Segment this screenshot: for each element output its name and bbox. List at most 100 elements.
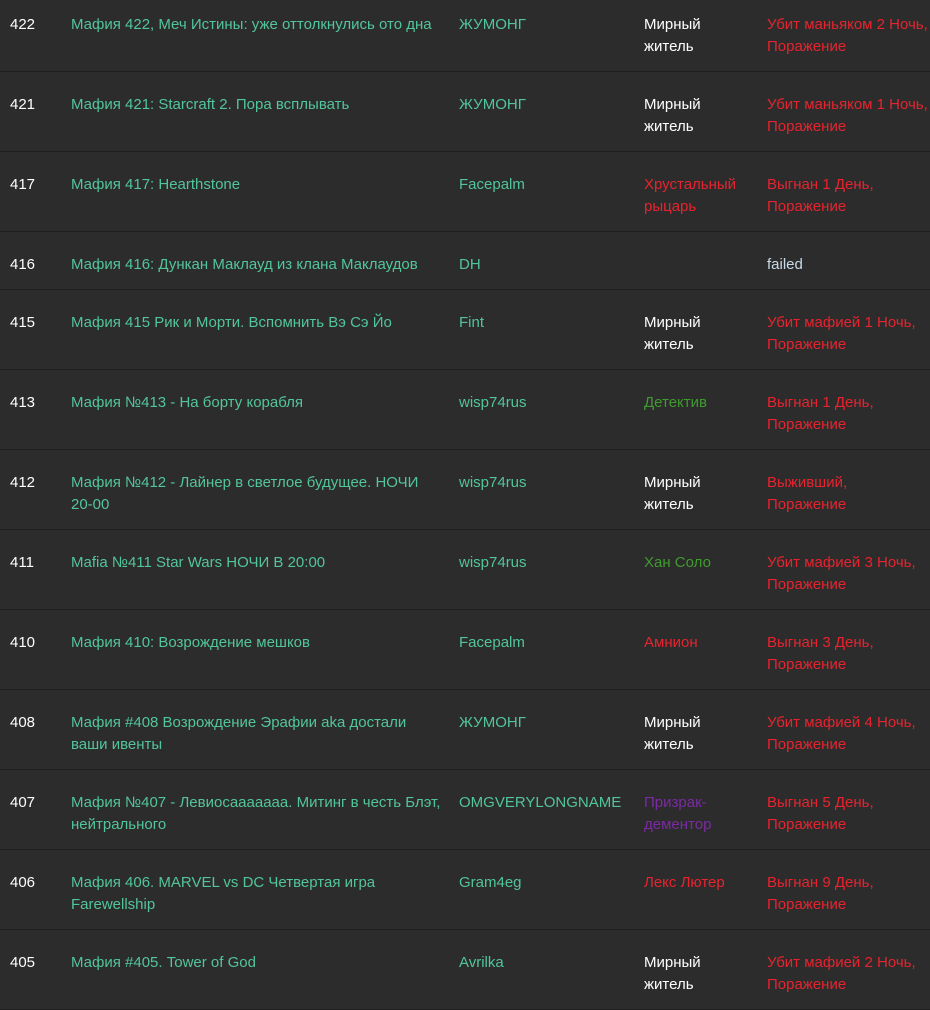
game-row: 422 Мафия 422, Меч Истины: уже оттолкнул…	[0, 0, 930, 72]
game-title-cell: Мафия №413 - На борту корабля	[61, 369, 449, 450]
role-label: Мирный житель	[644, 96, 701, 135]
role-label: Мирный житель	[644, 954, 701, 993]
game-role: Детектив	[634, 369, 758, 450]
game-result: Убит мафией 3 Ночь, Поражение	[758, 529, 930, 610]
game-host-link[interactable]: ЖУМОНГ	[459, 714, 526, 731]
game-title-cell: Мафия 416: Дункан Маклауд из клана Макла…	[61, 231, 449, 290]
game-host-link[interactable]: OMGVERYLONGNAME	[459, 794, 621, 811]
game-title-cell: Мафия #405. Tower of God	[61, 929, 449, 1010]
game-role	[634, 231, 758, 290]
result-label: Убит мафией 2 Ночь, Поражение	[767, 954, 916, 993]
game-title-cell: Мафия №412 - Лайнер в светлое будущее. Н…	[61, 449, 449, 530]
game-result: Выгнан 3 День, Поражение	[758, 609, 930, 690]
game-number: 412	[0, 449, 61, 530]
role-label: Хан Соло	[644, 554, 711, 571]
game-host-cell: Gram4eg	[449, 849, 634, 930]
result-label: Выгнан 3 День, Поражение	[767, 634, 874, 673]
role-label: Призрак-дементор	[644, 794, 712, 833]
game-title-cell: Мафия 415 Рик и Морти. Вспомнить Вэ Сэ Й…	[61, 289, 449, 370]
game-title-link[interactable]: Мафия №412 - Лайнер в светлое будущее. Н…	[71, 474, 418, 513]
game-host-link[interactable]: wisp74rus	[459, 554, 527, 571]
game-result: Выгнан 1 День, Поражение	[758, 369, 930, 450]
game-number: 413	[0, 369, 61, 450]
game-host-link[interactable]: Facepalm	[459, 634, 525, 651]
game-title-link[interactable]: Мафия 415 Рик и Морти. Вспомнить Вэ Сэ Й…	[71, 314, 392, 331]
game-title-cell: Мафия 422, Меч Истины: уже оттолкнулись …	[61, 0, 449, 72]
game-role: Хан Соло	[634, 529, 758, 610]
game-number: 410	[0, 609, 61, 690]
result-label: Выгнан 1 День, Поражение	[767, 176, 874, 215]
game-host-link[interactable]: Facepalm	[459, 176, 525, 193]
game-title-link[interactable]: Mafia №411 Star Wars НОЧИ В 20:00	[71, 554, 325, 571]
game-row: 406 Мафия 406. MARVEL vs DC Четвертая иг…	[0, 849, 930, 930]
game-number: 421	[0, 71, 61, 152]
game-host-link[interactable]: Avrilka	[459, 954, 504, 971]
game-number: 405	[0, 929, 61, 1010]
game-title-link[interactable]: Мафия #405. Tower of God	[71, 954, 256, 971]
role-label: Мирный житель	[644, 314, 701, 353]
game-host-cell: ЖУМОНГ	[449, 71, 634, 152]
game-title-cell: Мафия 410: Возрождение мешков	[61, 609, 449, 690]
game-title-link[interactable]: Мафия №413 - На борту корабля	[71, 394, 303, 411]
game-host-cell: wisp74rus	[449, 529, 634, 610]
game-row: 416 Мафия 416: Дункан Маклауд из клана М…	[0, 231, 930, 290]
game-role: Мирный житель	[634, 449, 758, 530]
game-row: 413 Мафия №413 - На борту корабля wisp74…	[0, 369, 930, 450]
game-number: 408	[0, 689, 61, 770]
result-label: Убит мафией 3 Ночь, Поражение	[767, 554, 916, 593]
game-host-cell: ЖУМОНГ	[449, 689, 634, 770]
game-row: 412 Мафия №412 - Лайнер в светлое будуще…	[0, 449, 930, 530]
game-number: 422	[0, 0, 61, 72]
game-host-link[interactable]: ЖУМОНГ	[459, 96, 526, 113]
game-number: 411	[0, 529, 61, 610]
game-title-link[interactable]: Мафия №407 - Левиосааааааа. Митинг в чес…	[71, 794, 440, 833]
game-result: Выживший, Поражение	[758, 449, 930, 530]
game-result: Убит мафией 1 Ночь, Поражение	[758, 289, 930, 370]
game-title-link[interactable]: Мафия 421: Starcraft 2. Пора всплывать	[71, 96, 349, 113]
game-result: Выгнан 5 День, Поражение	[758, 769, 930, 850]
role-label: Лекс Лютер	[644, 874, 725, 891]
game-result: Убит маньяком 2 Ночь, Поражение	[758, 0, 930, 72]
game-number: 417	[0, 151, 61, 232]
game-host-link[interactable]: DH	[459, 256, 481, 273]
result-label: Убит маньяком 2 Ночь, Поражение	[767, 16, 928, 55]
game-title-link[interactable]: Мафия 422, Меч Истины: уже оттолкнулись …	[71, 16, 432, 33]
game-role: Лекс Лютер	[634, 849, 758, 930]
game-row: 415 Мафия 415 Рик и Морти. Вспомнить Вэ …	[0, 289, 930, 370]
game-result: Выгнан 1 День, Поражение	[758, 151, 930, 232]
role-label: Амнион	[644, 634, 698, 651]
role-label: Мирный житель	[644, 714, 701, 753]
game-row: 408 Мафия #408 Возрождение Эрафии aka до…	[0, 689, 930, 770]
result-label: Выгнан 1 День, Поражение	[767, 394, 874, 433]
game-title-cell: Мафия 417: Hearthstone	[61, 151, 449, 232]
game-host-link[interactable]: Gram4eg	[459, 874, 522, 891]
result-label: Выживший, Поражение	[767, 474, 848, 513]
game-row: 417 Мафия 417: Hearthstone Facepalm Хрус…	[0, 151, 930, 232]
game-host-link[interactable]: Fint	[459, 314, 484, 331]
game-result: Выгнан 9 День, Поражение	[758, 849, 930, 930]
result-label: Убит мафией 1 Ночь, Поражение	[767, 314, 916, 353]
result-label: Убит мафией 4 Ночь, Поражение	[767, 714, 916, 753]
games-table: 422 Мафия 422, Меч Истины: уже оттолкнул…	[0, 0, 930, 1010]
game-row: 410 Мафия 410: Возрождение мешков Facepa…	[0, 609, 930, 690]
game-host-link[interactable]: wisp74rus	[459, 474, 527, 491]
game-title-link[interactable]: Мафия 406. MARVEL vs DC Четвертая игра F…	[71, 874, 375, 913]
game-row: 407 Мафия №407 - Левиосааааааа. Митинг в…	[0, 769, 930, 850]
game-host-link[interactable]: wisp74rus	[459, 394, 527, 411]
game-title-cell: Мафия #408 Возрождение Эрафии aka достал…	[61, 689, 449, 770]
result-label: Убит маньяком 1 Ночь, Поражение	[767, 96, 928, 135]
result-label: failed	[767, 256, 803, 273]
game-number: 415	[0, 289, 61, 370]
game-result: failed	[758, 231, 930, 290]
game-host-cell: Fint	[449, 289, 634, 370]
game-host-link[interactable]: ЖУМОНГ	[459, 16, 526, 33]
game-number: 407	[0, 769, 61, 850]
game-title-link[interactable]: Мафия #408 Возрождение Эрафии aka достал…	[71, 714, 406, 753]
game-host-cell: Facepalm	[449, 151, 634, 232]
game-title-link[interactable]: Мафия 417: Hearthstone	[71, 176, 240, 193]
game-number: 416	[0, 231, 61, 290]
game-title-link[interactable]: Мафия 416: Дункан Маклауд из клана Макла…	[71, 256, 418, 273]
game-row: 405 Мафия #405. Tower of God Avrilka Мир…	[0, 929, 930, 1010]
game-host-cell: wisp74rus	[449, 369, 634, 450]
game-title-link[interactable]: Мафия 410: Возрождение мешков	[71, 634, 310, 651]
